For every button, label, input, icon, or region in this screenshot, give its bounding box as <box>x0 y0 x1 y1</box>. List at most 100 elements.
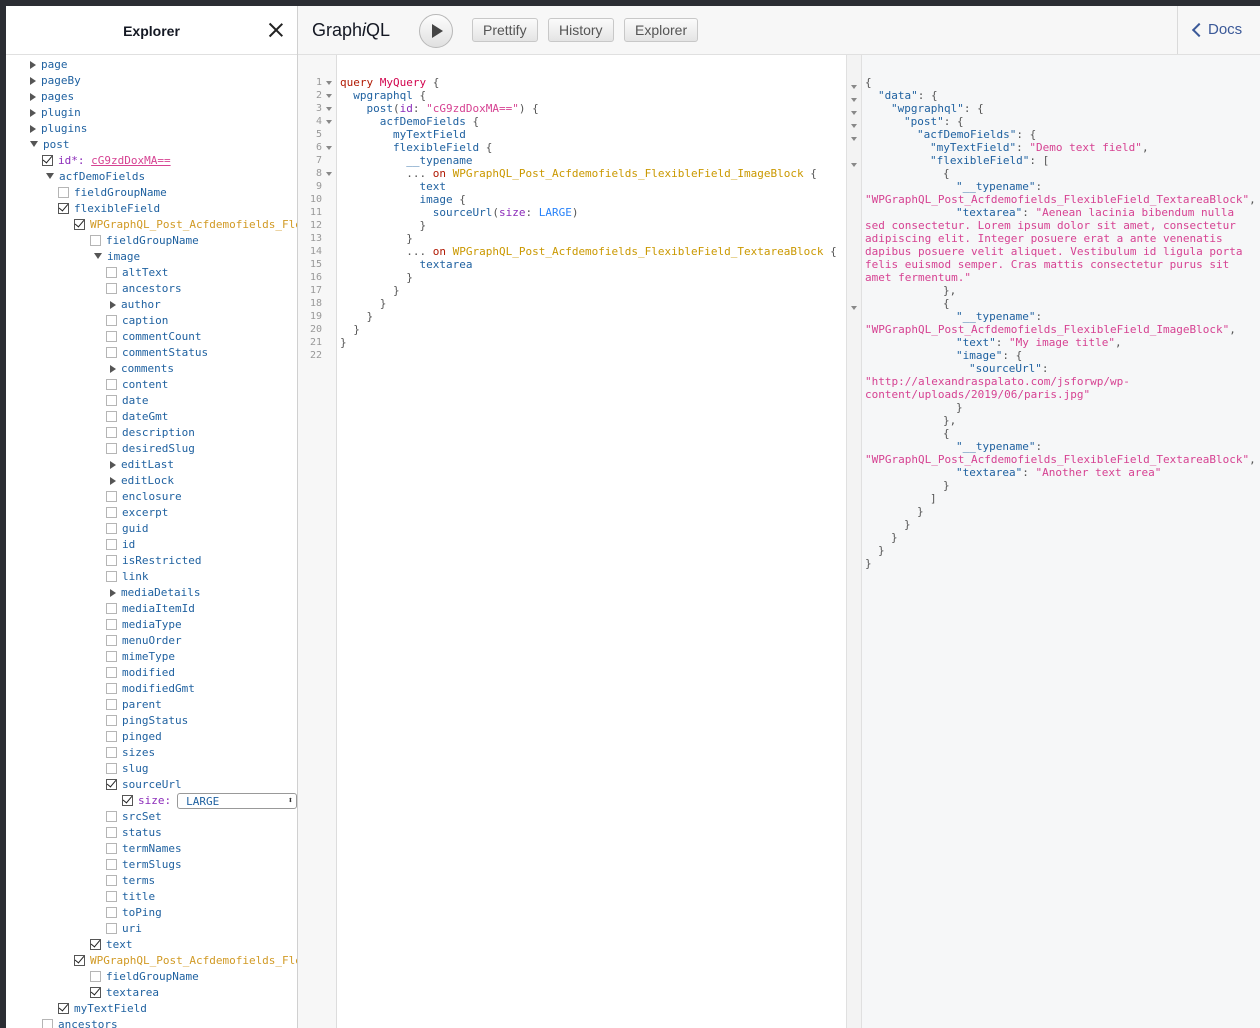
prettify-button[interactable]: Prettify <box>472 18 538 42</box>
checkbox[interactable] <box>106 714 117 726</box>
checkbox[interactable] <box>106 890 117 902</box>
tree-item-id[interactable]: id <box>106 537 135 553</box>
checkbox[interactable] <box>106 698 117 710</box>
checkbox[interactable] <box>106 602 117 614</box>
tree-item-modifiedgmt[interactable]: modifiedGmt <box>106 681 195 697</box>
fold-icon[interactable] <box>326 107 332 111</box>
checkbox[interactable] <box>106 426 117 438</box>
tree-item-pinged[interactable]: pinged <box>106 729 162 745</box>
size-select[interactable]: LARGE <box>177 793 297 809</box>
checkbox[interactable] <box>42 1018 53 1028</box>
explorer-button[interactable]: Explorer <box>624 18 699 42</box>
tree-item-link[interactable]: link <box>106 569 149 585</box>
checkbox[interactable] <box>106 650 117 662</box>
tree-item-isrestricted[interactable]: isRestricted <box>106 553 201 569</box>
checkbox[interactable] <box>106 682 117 694</box>
fold-icon[interactable] <box>851 306 857 310</box>
tree-item-parent[interactable]: parent <box>106 697 162 713</box>
arg-value-id[interactable]: cG9zdDoxMA== <box>91 154 170 167</box>
docs-button[interactable]: Docs <box>1177 6 1260 54</box>
tree-item-desiredslug[interactable]: desiredSlug <box>106 441 195 457</box>
tree-item-comments[interactable]: comments <box>110 361 174 377</box>
tree-item-pages[interactable]: pages <box>30 89 74 105</box>
checkbox[interactable] <box>106 906 117 918</box>
tree-item-acfdemofields[interactable]: acfDemoFields <box>46 169 145 185</box>
run-query-button[interactable] <box>419 14 453 48</box>
checkbox[interactable] <box>106 506 117 518</box>
tree-item-author[interactable]: author <box>110 297 161 313</box>
tree-item-alttext[interactable]: altText <box>106 265 168 281</box>
fold-icon[interactable] <box>851 111 857 115</box>
tree-item-commentcount[interactable]: commentCount <box>106 329 201 345</box>
checkbox[interactable] <box>106 266 117 278</box>
tree-item-sourceurl[interactable]: sourceUrl <box>106 777 182 793</box>
checkbox[interactable] <box>58 1002 69 1014</box>
checkbox[interactable] <box>106 842 117 854</box>
tree-item-mediaitemid[interactable]: mediaItemId <box>106 601 195 617</box>
fold-icon[interactable] <box>326 146 332 150</box>
tree-item-menuorder[interactable]: menuOrder <box>106 633 182 649</box>
tree-item-date[interactable]: date <box>106 393 149 409</box>
tree-item-mediadetails[interactable]: mediaDetails <box>110 585 200 601</box>
fold-icon[interactable] <box>326 172 332 176</box>
checkbox[interactable] <box>90 938 101 950</box>
fold-icon[interactable] <box>851 163 857 167</box>
checkbox[interactable] <box>106 570 117 582</box>
fold-icon[interactable] <box>326 81 332 85</box>
checkbox[interactable] <box>106 810 117 822</box>
tree-item-editlast[interactable]: editLast <box>110 457 174 473</box>
checkbox[interactable] <box>106 378 117 390</box>
checkbox[interactable] <box>106 858 117 870</box>
tree-item-text[interactable]: text <box>90 937 133 953</box>
tree-item-termslugs[interactable]: termSlugs <box>106 857 182 873</box>
checkbox[interactable] <box>106 346 117 358</box>
tree-item-uri[interactable]: uri <box>106 921 142 937</box>
tree-item-commentstatus[interactable]: commentStatus <box>106 345 208 361</box>
tree-item-pingstatus[interactable]: pingStatus <box>106 713 188 729</box>
checkbox[interactable] <box>42 154 53 166</box>
checkbox[interactable] <box>106 490 117 502</box>
checkbox[interactable] <box>106 282 117 294</box>
fold-icon[interactable] <box>326 120 332 124</box>
checkbox[interactable] <box>106 410 117 422</box>
tree-item-editlock[interactable]: editLock <box>110 473 174 489</box>
tree-item-fieldgroupname[interactable]: fieldGroupName <box>90 233 199 249</box>
close-icon[interactable] <box>269 23 283 37</box>
tree-item-modified[interactable]: modified <box>106 665 175 681</box>
tree-item-srcset[interactable]: srcSet <box>106 809 162 825</box>
fold-icon[interactable] <box>851 98 857 102</box>
tree-item-toping[interactable]: toPing <box>106 905 162 921</box>
checkbox[interactable] <box>90 234 101 246</box>
tree-item-pageby[interactable]: pageBy <box>30 73 81 89</box>
checkbox[interactable] <box>58 202 69 214</box>
checkbox[interactable] <box>106 538 117 550</box>
checkbox[interactable] <box>106 762 117 774</box>
checkbox[interactable] <box>58 186 69 198</box>
checkbox[interactable] <box>106 442 117 454</box>
checkbox[interactable] <box>106 826 117 838</box>
tree-item-mediatype[interactable]: mediaType <box>106 617 182 633</box>
checkbox[interactable] <box>90 986 101 998</box>
checkbox[interactable] <box>106 634 117 646</box>
fold-icon[interactable] <box>851 124 857 128</box>
tree-item-slug[interactable]: slug <box>106 761 149 777</box>
checkbox[interactable] <box>106 330 117 342</box>
tree-item-imageblock-fragment[interactable]: WPGraphQL_Post_Acfdemofields_Flexib <box>74 217 297 233</box>
tree-item-content[interactable]: content <box>106 377 168 393</box>
checkbox[interactable] <box>106 874 117 886</box>
fold-icon[interactable] <box>851 137 857 141</box>
tree-item-enclosure[interactable]: enclosure <box>106 489 182 505</box>
tree-item-plugins[interactable]: plugins <box>30 121 87 137</box>
tree-item-mimetype[interactable]: mimeType <box>106 649 175 665</box>
tree-arg-id[interactable]: id*: cG9zdDoxMA== <box>42 153 171 169</box>
checkbox[interactable] <box>90 970 101 982</box>
tree-item-termnames[interactable]: termNames <box>106 841 182 857</box>
tree-item-plugin[interactable]: plugin <box>30 105 81 121</box>
checkbox[interactable] <box>106 666 117 678</box>
tree-item-textarea[interactable]: textarea <box>90 985 159 1001</box>
checkbox[interactable] <box>106 730 117 742</box>
tree-item-post[interactable]: post <box>30 137 70 153</box>
checkbox[interactable] <box>74 954 85 966</box>
result-viewer[interactable]: {"data": {"wpgraphql": {"post": {"acfDem… <box>846 55 1260 1028</box>
history-button[interactable]: History <box>548 18 614 42</box>
